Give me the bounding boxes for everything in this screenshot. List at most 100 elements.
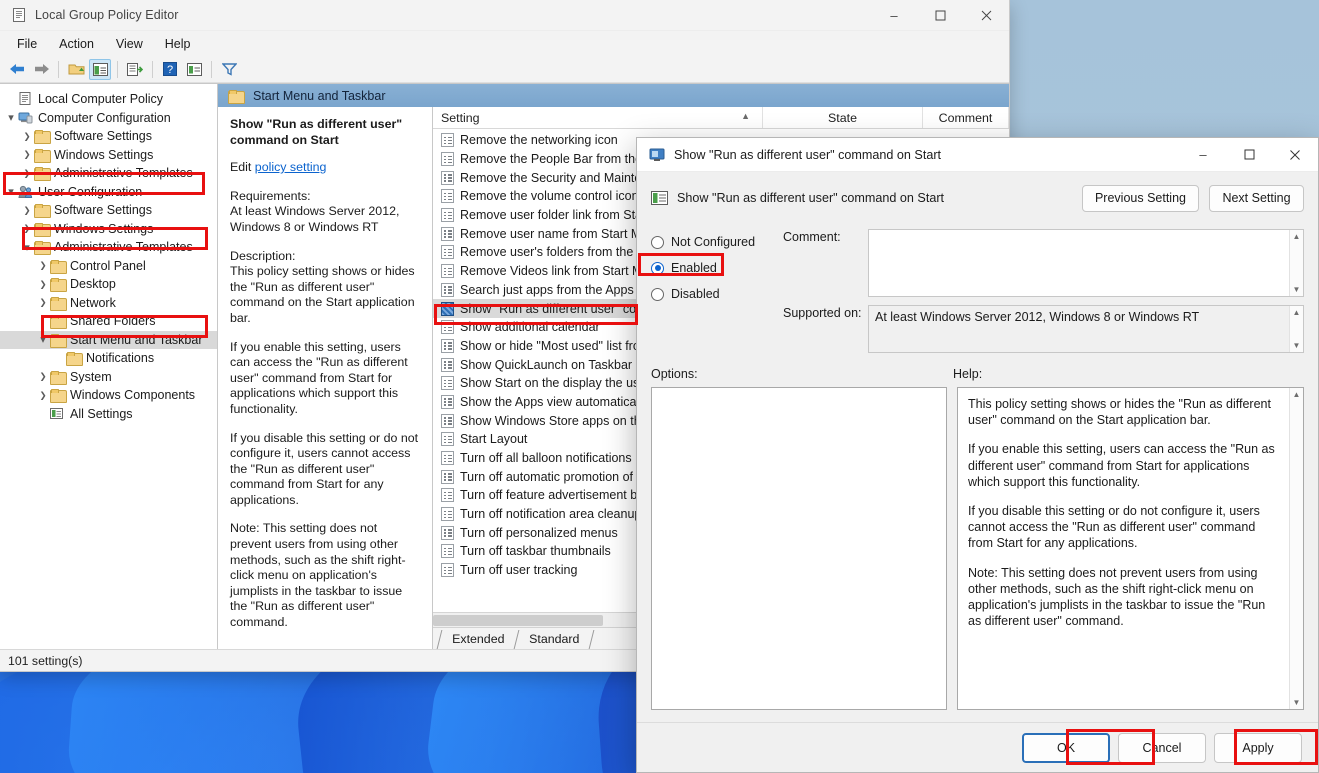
menu-file[interactable]: File	[6, 34, 48, 54]
ok-button[interactable]: OK	[1022, 733, 1110, 763]
tree-root-node[interactable]: Local Computer Policy	[0, 90, 217, 109]
chevron-right-icon[interactable]	[20, 168, 34, 179]
comment-field[interactable]: ▲ ▼	[868, 229, 1304, 297]
navigation-tree[interactable]: Local Computer Policy Computer Configura…	[0, 84, 218, 649]
chevron-down-icon[interactable]	[20, 241, 34, 254]
radio-enabled[interactable]: Enabled	[651, 255, 763, 281]
supported-scroll-up-icon[interactable]: ▲	[1293, 308, 1301, 317]
chevron-right-icon[interactable]	[36, 260, 50, 271]
chevron-right-icon[interactable]	[36, 297, 50, 308]
scrollbar-thumb[interactable]	[433, 615, 603, 626]
scroll-up-icon[interactable]: ▲	[1293, 232, 1301, 241]
apply-button[interactable]: Apply	[1214, 733, 1302, 763]
folder-icon	[34, 130, 49, 142]
dialog-minimize-button[interactable]: –	[1180, 138, 1226, 172]
forward-arrow-icon[interactable]	[30, 59, 52, 80]
chevron-right-icon[interactable]	[36, 390, 50, 401]
policy-setting-icon	[649, 147, 665, 163]
help-icon[interactable]: ?	[159, 59, 181, 80]
filter-icon[interactable]	[218, 59, 240, 80]
table-cell-setting: Turn off personalized menus	[460, 526, 618, 540]
tree-item-windows-settings[interactable]: Windows Settings	[0, 220, 217, 239]
tree-item-windows-components[interactable]: Windows Components	[0, 386, 217, 405]
close-button[interactable]	[963, 0, 1009, 31]
policy-setting-row-icon	[441, 189, 454, 203]
chevron-right-icon[interactable]	[20, 223, 34, 234]
help-scrollbar[interactable]: ▲ ▼	[1289, 388, 1303, 709]
options-help-labels: Options: Help:	[651, 361, 1304, 387]
policy-setting-row-icon	[441, 526, 454, 540]
help-scroll-up-icon[interactable]: ▲	[1293, 390, 1301, 399]
dialog-maximize-button[interactable]	[1226, 138, 1272, 172]
back-arrow-icon[interactable]	[6, 59, 28, 80]
radio-enabled-control[interactable]	[651, 262, 664, 275]
chevron-right-icon[interactable]	[36, 279, 50, 290]
description-label-text: Description:	[230, 249, 295, 263]
comment-value[interactable]	[869, 230, 1289, 296]
table-cell-setting: Turn off user tracking	[460, 563, 577, 577]
all-settings-icon	[50, 407, 65, 421]
tree-item-control-panel[interactable]: Control Panel	[0, 257, 217, 276]
radio-not-configured-control[interactable]	[651, 236, 664, 249]
tree-item-system[interactable]: System	[0, 368, 217, 387]
tree-item-administrative-templates[interactable]: Administrative Templates	[0, 164, 217, 183]
chevron-right-icon[interactable]	[20, 149, 34, 160]
column-header-comment[interactable]: Comment	[923, 107, 1009, 128]
tree-item-start-menu-and-taskbar[interactable]: Start Menu and Taskbar	[0, 331, 217, 350]
radio-disabled[interactable]: Disabled	[651, 281, 763, 307]
edit-policy-row: Edit policy setting	[230, 160, 420, 176]
tab-extended[interactable]: Extended	[437, 630, 520, 649]
description-paragraph-0: This policy setting shows or hides the "…	[230, 264, 415, 325]
radio-disabled-control[interactable]	[651, 288, 664, 301]
supported-scroll-down-icon[interactable]: ▼	[1293, 341, 1301, 350]
help-panel: This policy setting shows or hides the "…	[957, 387, 1304, 710]
tree-item-shared-folders[interactable]: Shared Folders	[0, 312, 217, 331]
show-hide-tree-icon[interactable]	[89, 59, 111, 80]
chevron-down-icon[interactable]	[36, 333, 50, 346]
radio-not-configured[interactable]: Not Configured	[651, 229, 763, 255]
tree-item-label: Windows Components	[70, 388, 195, 402]
folder-icon	[34, 149, 49, 161]
tree-item-computer-configuration[interactable]: Computer Configuration	[0, 109, 217, 128]
scroll-down-icon[interactable]: ▼	[1293, 285, 1301, 294]
edit-policy-setting-link[interactable]: policy setting	[255, 160, 327, 174]
tree-item-network[interactable]: Network	[0, 294, 217, 313]
next-setting-button[interactable]: Next Setting	[1209, 185, 1304, 212]
minimize-button[interactable]: –	[871, 0, 917, 31]
chevron-right-icon[interactable]	[20, 205, 34, 216]
tree-item-software-settings[interactable]: Software Settings	[0, 127, 217, 146]
supported-on-scrollbar[interactable]: ▲ ▼	[1289, 306, 1303, 352]
cancel-button[interactable]: Cancel	[1118, 733, 1206, 763]
options-panel[interactable]	[651, 387, 947, 710]
tree-item-label: Software Settings	[54, 203, 152, 217]
chevron-down-icon[interactable]	[4, 185, 18, 198]
column-header-state[interactable]: State	[763, 107, 923, 128]
menu-action[interactable]: Action	[48, 34, 105, 54]
menu-help[interactable]: Help	[154, 34, 202, 54]
previous-setting-button[interactable]: Previous Setting	[1082, 185, 1199, 212]
chevron-right-icon[interactable]	[20, 131, 34, 142]
export-list-icon[interactable]	[124, 59, 146, 80]
up-folder-icon[interactable]	[65, 59, 87, 80]
tree-item-software-settings[interactable]: Software Settings	[0, 201, 217, 220]
properties-icon[interactable]	[183, 59, 205, 80]
list-header: Setting ▲ State Comment	[433, 107, 1009, 129]
help-label: Help:	[953, 367, 982, 381]
maximize-button[interactable]	[917, 0, 963, 31]
tree-item-all-settings[interactable]: All Settings	[0, 405, 217, 424]
tree-item-desktop[interactable]: Desktop	[0, 275, 217, 294]
menu-view[interactable]: View	[105, 34, 154, 54]
tree-item-administrative-templates[interactable]: Administrative Templates	[0, 238, 217, 257]
chevron-down-icon[interactable]	[4, 111, 18, 124]
tree-item-windows-settings[interactable]: Windows Settings	[0, 146, 217, 165]
dialog-close-button[interactable]	[1272, 138, 1318, 172]
tree-item-notifications[interactable]: Notifications	[0, 349, 217, 368]
help-scroll-down-icon[interactable]: ▼	[1293, 698, 1301, 707]
column-header-setting[interactable]: Setting ▲	[433, 107, 763, 128]
policy-setting-row-icon	[441, 432, 454, 446]
comment-scrollbar[interactable]: ▲ ▼	[1289, 230, 1303, 296]
description-pane: Show "Run as different user" command on …	[218, 107, 433, 649]
tree-item-user-configuration[interactable]: User Configuration	[0, 183, 217, 202]
chevron-right-icon[interactable]	[36, 371, 50, 382]
tab-standard[interactable]: Standard	[515, 630, 595, 649]
